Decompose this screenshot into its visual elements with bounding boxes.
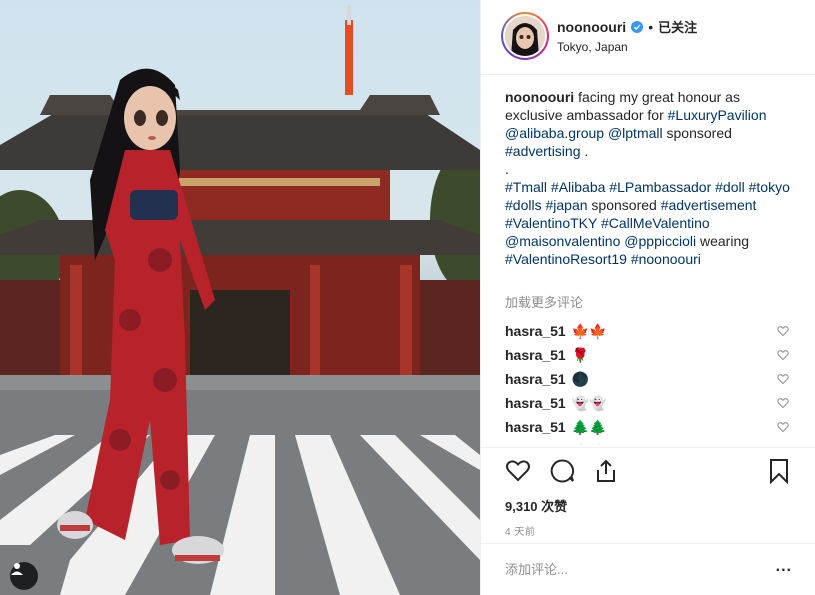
hashtag-link[interactable]: #Tmall	[505, 179, 547, 195]
mention-link[interactable]: @pppiccioli	[624, 233, 696, 249]
hashtag-link[interactable]: #ValentinoResort19	[505, 251, 627, 267]
comment-row: hasra_51 👻👻	[505, 391, 795, 415]
caption-text: wearing	[696, 233, 750, 249]
hashtag-link[interactable]: #ValentinoTKY	[505, 215, 597, 231]
caption-text: .	[580, 143, 589, 159]
caption-paragraph: .	[505, 160, 795, 178]
post-timestamp[interactable]: 4 天前	[505, 523, 535, 538]
action-bar: 9,310 次赞 4 天前	[481, 447, 815, 557]
comment-row: hasra_51 🍁🍁	[505, 319, 795, 343]
comment-text: 🍂🍂	[572, 443, 607, 445]
comment-username[interactable]: hasra_51	[505, 371, 566, 387]
location-link[interactable]: Tokyo, Japan	[557, 40, 628, 54]
comment-text: 👻👻	[571, 394, 607, 411]
caption-username[interactable]: noonoouri	[505, 89, 574, 105]
bookmark-icon[interactable]	[766, 458, 792, 484]
add-comment-bar: ...	[481, 543, 815, 595]
mention-link[interactable]: @maisonvalentino	[505, 233, 620, 249]
like-count[interactable]: 9,310 次赞	[505, 496, 567, 515]
comment-like-heart-icon[interactable]	[777, 325, 789, 337]
comment-input[interactable]	[505, 558, 755, 580]
comment-text: 🌹	[571, 346, 590, 363]
load-more-comments-button[interactable]: 加载更多评论	[505, 292, 583, 311]
post-photo[interactable]	[0, 0, 480, 595]
comment-username[interactable]: hasra_51	[505, 395, 566, 411]
user-tag-icon[interactable]	[10, 562, 38, 590]
photo-illustration	[0, 5, 480, 595]
heart-icon[interactable]	[505, 458, 531, 484]
hashtag-link[interactable]: #noonoouri	[631, 251, 701, 267]
username[interactable]: noonoouri	[557, 19, 626, 35]
comment-like-heart-icon[interactable]	[777, 397, 789, 409]
verified-badge-icon	[631, 20, 644, 33]
post-header: noonoouri • 已关注 Tokyo, Japan	[481, 0, 815, 75]
hashtag-link[interactable]: #Alibaba	[551, 179, 606, 195]
comment-username[interactable]: hasra_51	[505, 323, 566, 339]
share-icon[interactable]	[593, 458, 619, 484]
comment-text: 🌑	[571, 370, 590, 387]
avatar[interactable]	[505, 16, 545, 56]
comment-list: hasra_51 🍁🍁 hasra_51 🌹 hasra_51 🌑 hasra_51 👻👻 ha…	[505, 319, 795, 444]
hashtag-link[interactable]: #advertisement	[661, 197, 757, 213]
comment-row: hasra_51 🌹	[505, 343, 795, 367]
story-ring[interactable]	[501, 12, 549, 60]
comment-row: hasra_51 🌑	[505, 367, 795, 391]
hashtag-link[interactable]: #LuxuryPavilion	[668, 107, 767, 123]
separator-dot: •	[648, 18, 654, 35]
comment-username[interactable]: hasra_51	[505, 419, 566, 435]
comment-text: 🍁🍁	[571, 322, 607, 339]
hashtag-link[interactable]: #japan	[545, 197, 587, 213]
post-caption: noonoouri facing my great honour as excl…	[505, 88, 795, 268]
caption-text: .	[505, 161, 509, 177]
caption-text: sponsored	[662, 125, 732, 141]
follow-button[interactable]: 已关注	[658, 17, 697, 36]
hashtag-link[interactable]: #advertising	[505, 143, 581, 159]
comment-like-heart-icon[interactable]	[777, 373, 789, 385]
comment-icon[interactable]	[549, 458, 575, 484]
comment-row: hasra_51 🍂🍂	[505, 439, 795, 445]
caption-text: sponsored	[587, 197, 661, 213]
caption-paragraph: noonoouri facing my great honour as excl…	[505, 88, 795, 160]
comment-row: hasra_51 🌲🌲	[505, 415, 795, 439]
mention-link[interactable]: @alibaba.group	[505, 125, 604, 141]
hashtag-link[interactable]: #doll	[715, 179, 745, 195]
comment-username[interactable]: hasra_51	[505, 347, 566, 363]
comment-like-heart-icon[interactable]	[777, 421, 789, 433]
hashtag-link[interactable]: #CallMeValentino	[601, 215, 710, 231]
mention-link[interactable]: @lptmall	[608, 125, 663, 141]
hashtag-link[interactable]: #dolls	[505, 197, 542, 213]
post-sidebar: noonoouri • 已关注 Tokyo, Japan noonoouri f…	[480, 0, 815, 595]
comment-like-heart-icon[interactable]	[777, 349, 789, 361]
comment-username[interactable]: hasra_51	[505, 443, 566, 444]
hashtag-link[interactable]: #tokyo	[749, 179, 790, 195]
comment-text: 🌲🌲	[571, 418, 607, 435]
temple-gate	[0, 5, 480, 375]
more-options-button[interactable]: ...	[776, 559, 792, 575]
hashtag-link[interactable]: #LPambassador	[609, 179, 711, 195]
caption-paragraph: #Tmall #Alibaba #LPambassador #doll #tok…	[505, 178, 795, 268]
